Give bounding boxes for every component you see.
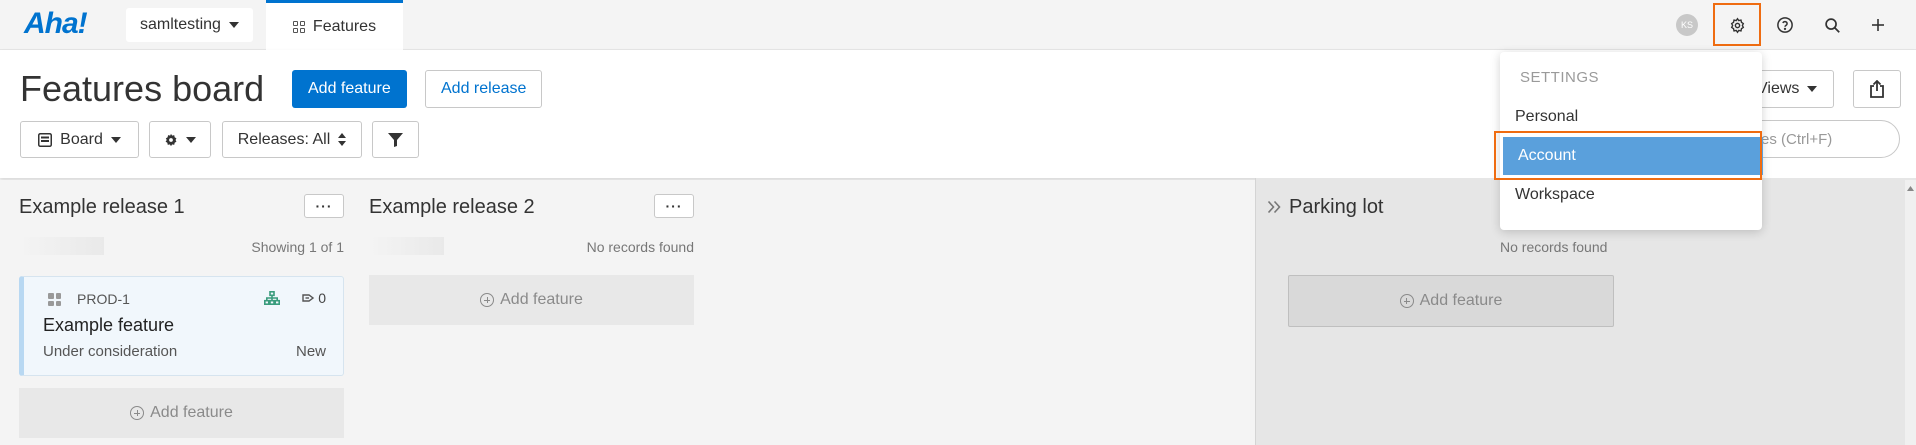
more-button[interactable]: ··· bbox=[304, 194, 344, 218]
release-title: Example release 2 bbox=[369, 196, 535, 218]
more-button[interactable]: ··· bbox=[654, 194, 694, 218]
aha-logo[interactable]: Aha! bbox=[24, 7, 88, 41]
plus-circle-icon bbox=[1399, 294, 1414, 308]
settings-highlight bbox=[1713, 3, 1761, 46]
gear-icon bbox=[165, 133, 177, 146]
features-board: Example release 1 ··· Showing 1 of 1 PRO… bbox=[0, 180, 1255, 445]
feature-id[interactable]: PROD-1 bbox=[77, 291, 130, 307]
chevron-down-icon bbox=[186, 136, 196, 143]
progress-placeholder bbox=[19, 237, 104, 255]
export-button[interactable] bbox=[1853, 70, 1901, 108]
menu-item-workspace[interactable]: Workspace bbox=[1500, 176, 1762, 214]
releases-filter[interactable]: Releases: All bbox=[222, 121, 362, 158]
chevron-down-icon bbox=[1807, 86, 1818, 92]
board-icon bbox=[38, 132, 53, 147]
progress-placeholder bbox=[369, 237, 444, 255]
feature-card[interactable]: PROD-1 0 Example feature Under considera… bbox=[19, 276, 344, 376]
hierarchy-icon[interactable] bbox=[264, 291, 280, 305]
double-chevron-right-icon[interactable] bbox=[1267, 200, 1281, 214]
add-feature-label: Add feature bbox=[1419, 292, 1503, 309]
add-feature-label: Add feature bbox=[150, 404, 233, 421]
chevron-down-icon bbox=[110, 136, 121, 143]
board-view-button[interactable]: Board bbox=[20, 121, 139, 158]
top-nav: Aha! samltesting Features KS bbox=[0, 0, 1916, 50]
settings-heading: SETTINGS bbox=[1520, 69, 1600, 86]
record-count: No records found bbox=[1500, 239, 1608, 255]
drag-handle-icon[interactable] bbox=[48, 293, 61, 306]
parking-lot-title: Parking lot bbox=[1289, 196, 1384, 218]
add-button[interactable] bbox=[1863, 10, 1893, 40]
plus-icon bbox=[1872, 19, 1884, 31]
add-release-button[interactable]: Add release bbox=[425, 70, 543, 108]
help-icon bbox=[1777, 17, 1793, 33]
share-icon bbox=[1870, 80, 1884, 98]
add-feature-area[interactable]: Add feature bbox=[19, 388, 344, 438]
board-settings-button[interactable] bbox=[149, 121, 211, 158]
views-label: Views bbox=[1757, 80, 1800, 97]
tab-features[interactable]: Features bbox=[266, 0, 403, 50]
board-label: Board bbox=[60, 130, 103, 148]
avatar[interactable]: KS bbox=[1676, 14, 1698, 36]
plus-circle-icon bbox=[480, 293, 495, 307]
page-title: Features board bbox=[20, 68, 265, 109]
record-count: Showing 1 of 1 bbox=[251, 239, 344, 255]
feature-status: Under consideration bbox=[43, 343, 178, 360]
vote-count-value: 0 bbox=[318, 290, 326, 306]
sort-icon bbox=[338, 133, 347, 146]
workflow-status: New bbox=[295, 343, 326, 360]
help-button[interactable] bbox=[1770, 10, 1800, 40]
feature-title[interactable]: Example feature bbox=[43, 315, 174, 336]
add-feature-button[interactable]: Add feature bbox=[292, 70, 407, 108]
add-feature-area[interactable]: Add feature bbox=[1288, 275, 1614, 327]
search-button[interactable] bbox=[1817, 10, 1847, 40]
plus-circle-icon bbox=[130, 406, 145, 420]
vote-icon bbox=[302, 294, 315, 302]
filter-button[interactable] bbox=[372, 121, 419, 158]
releases-filter-label: Releases: All bbox=[237, 130, 331, 148]
chevron-down-icon bbox=[228, 22, 239, 28]
grid-icon bbox=[292, 20, 305, 33]
account-highlight bbox=[1494, 131, 1762, 180]
add-feature-label: Add feature bbox=[500, 291, 583, 308]
tab-features-label: Features bbox=[312, 17, 377, 35]
scrollbar[interactable] bbox=[1905, 180, 1916, 445]
scroll-up-icon[interactable] bbox=[1907, 186, 1914, 191]
search-icon bbox=[1824, 17, 1840, 33]
release-title: Example release 1 bbox=[19, 196, 185, 218]
record-count: No records found bbox=[586, 239, 694, 255]
workspace-label: samltesting bbox=[140, 16, 221, 33]
add-feature-area[interactable]: Add feature bbox=[369, 275, 694, 325]
vote-count[interactable]: 0 bbox=[301, 290, 326, 306]
filter-icon bbox=[388, 132, 403, 147]
workspace-selector[interactable]: samltesting bbox=[126, 8, 253, 42]
